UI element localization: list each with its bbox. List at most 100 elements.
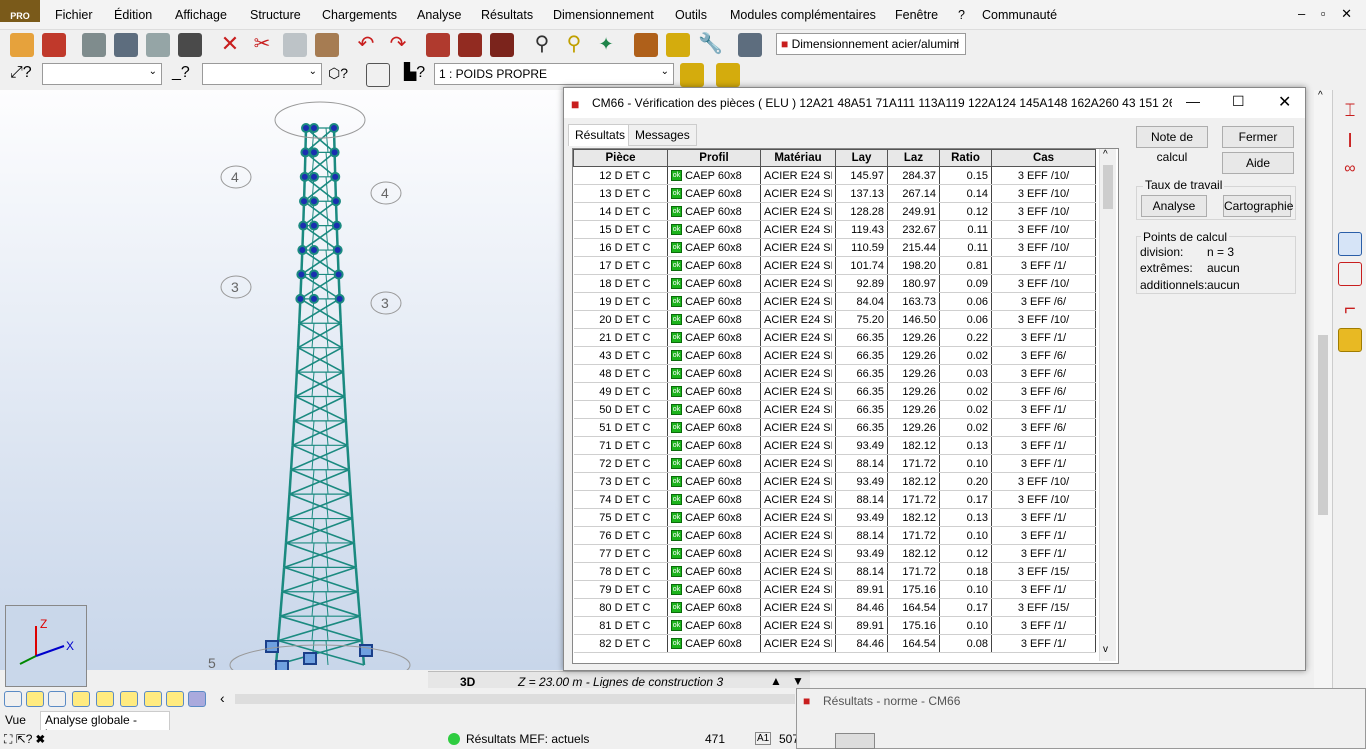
a1-icon[interactable]: A1 (755, 732, 772, 745)
status-tools-icon[interactable]: ⛶ ⇱? ✖ (4, 732, 45, 747)
table-cell[interactable]: 0.17 (939, 490, 992, 509)
tower-node[interactable] (329, 123, 339, 133)
table-row[interactable]: 19 D ET Cok CAEP 60x8ACIER E24 SEI84.041… (573, 292, 1096, 311)
tower-bar[interactable] (325, 396, 329, 421)
tower-bar[interactable] (296, 323, 301, 348)
scroll-thumb[interactable] (1318, 335, 1328, 515)
tower-bar[interactable] (311, 616, 315, 641)
tower-node[interactable] (301, 123, 311, 133)
table-cell[interactable]: 128.28 (835, 202, 888, 221)
table-cell[interactable]: 51 D ET C (573, 418, 668, 437)
table-row[interactable]: 79 D ET Cok CAEP 60x8ACIER E24 SEI89.911… (573, 580, 1096, 599)
table-cell[interactable]: ACIER E24 SEI (760, 400, 836, 419)
menu-communaute[interactable]: Communauté (982, 8, 1057, 22)
tower-bar[interactable] (325, 518, 329, 543)
app-logo[interactable]: PRO (0, 0, 40, 22)
menu-structure[interactable]: Structure (250, 8, 301, 22)
table-cell[interactable]: 0.02 (939, 346, 992, 365)
tower-bar[interactable] (346, 445, 351, 470)
table-cell[interactable]: 0.02 (939, 400, 992, 419)
table-cell[interactable]: 129.26 (887, 346, 940, 365)
table-cell[interactable]: 89.91 (835, 580, 888, 599)
tower-bar[interactable] (325, 640, 329, 666)
tower-node[interactable] (295, 293, 306, 304)
table-cell[interactable]: 74 D ET C (573, 490, 668, 509)
tower-bar[interactable] (311, 347, 315, 373)
table-cell[interactable]: 3 EFF /1/ (991, 436, 1096, 455)
tower-node[interactable] (296, 269, 307, 280)
paste-icon[interactable] (315, 33, 339, 57)
table-row[interactable]: 73 D ET Cok CAEP 60x8ACIER E24 SEI93.491… (573, 472, 1096, 491)
table-row[interactable]: 81 D ET Cok CAEP 60x8ACIER E24 SEI89.911… (573, 616, 1096, 635)
redo-icon[interactable]: ↷ (386, 33, 410, 57)
table-scrollbar[interactable]: ^ v (1099, 149, 1116, 661)
select-nodes-icon[interactable]: _? (172, 62, 196, 86)
table-cell[interactable]: 13 D ET C (573, 184, 668, 203)
filter-icon[interactable]: ⬡? (328, 62, 352, 86)
tower-bar[interactable] (325, 127, 329, 153)
table-cell[interactable]: ok CAEP 60x8 (667, 526, 761, 545)
table-cell[interactable]: 93.49 (835, 472, 888, 491)
table-cell[interactable]: 3 EFF /15/ (991, 598, 1096, 617)
table-cell[interactable]: 19 D ET C (573, 292, 668, 311)
table-cell[interactable]: ok CAEP 60x8 (667, 472, 761, 491)
tower-node[interactable] (309, 196, 319, 207)
table-cell[interactable]: ok CAEP 60x8 (667, 382, 761, 401)
table-cell[interactable]: 0.20 (939, 472, 992, 491)
table-cell[interactable]: 3 EFF /1/ (991, 400, 1096, 419)
menu-fenetre[interactable]: Fenêtre (895, 8, 938, 22)
table-cell[interactable]: 129.26 (887, 364, 940, 383)
tools-icon[interactable]: 🔧 (698, 33, 723, 57)
table-cell[interactable]: 0.15 (939, 166, 992, 185)
close-icon[interactable]: ✕ (1278, 92, 1291, 112)
table-cell[interactable]: 66.35 (835, 346, 888, 365)
table-cell[interactable]: 66.35 (835, 418, 888, 437)
table-cell[interactable]: ACIER E24 SEI (760, 436, 836, 455)
table-cell[interactable]: 0.17 (939, 598, 992, 617)
table-cell[interactable]: ok CAEP 60x8 (667, 184, 761, 203)
view-icon-1[interactable] (4, 691, 22, 707)
tower-bar[interactable] (325, 347, 329, 373)
table-icon[interactable] (458, 33, 482, 57)
tower-bar[interactable] (278, 591, 284, 617)
table-cell[interactable]: 18 D ET C (573, 274, 668, 293)
table-cell[interactable]: 3 EFF /1/ (991, 634, 1096, 653)
tower-bar[interactable] (325, 542, 329, 568)
col-cas[interactable]: Cas (991, 149, 1096, 167)
table-cell[interactable]: 198.20 (887, 256, 940, 275)
table-cell[interactable]: 81 D ET C (573, 616, 668, 635)
support-icon[interactable] (275, 660, 289, 673)
analyse-button[interactable]: Analyse (1141, 195, 1207, 217)
table-row[interactable]: 78 D ET Cok CAEP 60x8ACIER E24 SEI88.141… (573, 562, 1096, 581)
table-cell[interactable]: ACIER E24 SEI (760, 562, 836, 581)
tower-node[interactable] (331, 220, 342, 231)
col-laz[interactable]: Laz (887, 149, 940, 167)
table-cell[interactable]: ok CAEP 60x8 (667, 580, 761, 599)
table-row[interactable]: 14 D ET Cok CAEP 60x8ACIER E24 SEI128.28… (573, 202, 1096, 221)
table-cell[interactable]: 88.14 (835, 562, 888, 581)
table-cell[interactable]: 0.02 (939, 382, 992, 401)
load-case-combo[interactable]: 1 : POIDS PROPRE ⌄ (434, 63, 674, 85)
table-cell[interactable]: 50 D ET C (573, 400, 668, 419)
fermer-button[interactable]: Fermer (1222, 126, 1294, 148)
tower-bar[interactable] (295, 347, 300, 373)
view-mode-label[interactable]: 3D (460, 675, 475, 689)
tower-node[interactable] (330, 196, 341, 207)
table-cell[interactable]: 3 EFF /1/ (991, 580, 1096, 599)
table-cell[interactable]: 3 EFF /1/ (991, 526, 1096, 545)
table-cell[interactable]: 17 D ET C (573, 256, 668, 275)
arrow-up-icon[interactable]: ▲ (770, 674, 782, 688)
tower-bar[interactable] (282, 542, 288, 568)
table-cell[interactable]: 75.20 (835, 310, 888, 329)
tower-bar[interactable] (288, 469, 293, 495)
table-cell[interactable]: 232.67 (887, 220, 940, 239)
tower-bar[interactable] (311, 372, 315, 397)
table-cell[interactable]: 175.16 (887, 616, 940, 635)
table-cell[interactable]: 129.26 (887, 328, 940, 347)
tower-bar[interactable] (311, 591, 315, 617)
cut-icon[interactable]: ✂ (250, 33, 274, 57)
tower-bar[interactable] (344, 420, 349, 446)
table-cell[interactable]: ok CAEP 60x8 (667, 490, 761, 509)
table-cell[interactable]: ACIER E24 SEI (760, 328, 836, 347)
table-row[interactable]: 75 D ET Cok CAEP 60x8ACIER E24 SEI93.491… (573, 508, 1096, 527)
